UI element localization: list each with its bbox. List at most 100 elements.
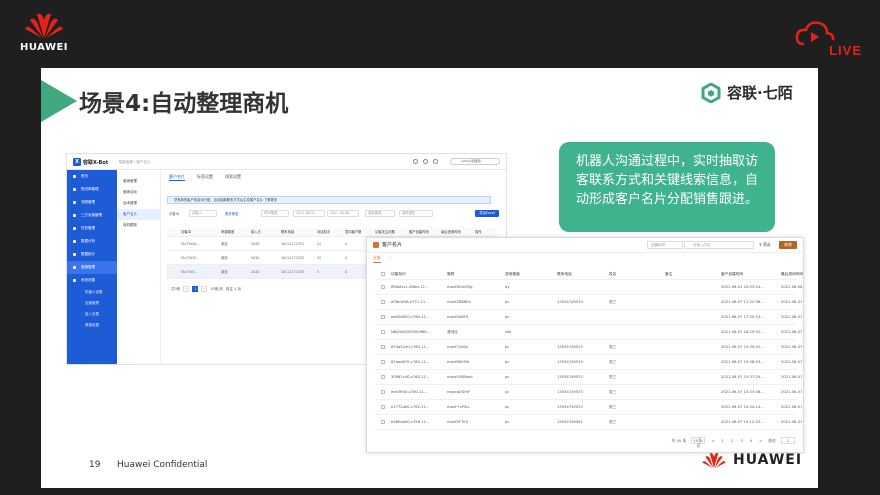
table-row[interactable]: 30987c40-c760-11... monfr2NRbxb pc 13534749…: [375, 370, 803, 385]
sidebar-item-stats[interactable]: 数据统计: [67, 248, 117, 261]
search-input[interactable]: 请输入内容: [684, 241, 754, 249]
sidebar-sub-item[interactable]: 接入设置: [67, 309, 117, 320]
channel-select[interactable]: 选择渠道: [365, 210, 395, 217]
table-cell: monf+vPSLr: [447, 405, 470, 409]
table-cell: pc: [505, 315, 510, 319]
table-row[interactable]: b580ea00-c758-11... monf0F7K0 pc 1594234656…: [375, 415, 803, 430]
table-cell: monf8Gm9Zg: [447, 285, 473, 289]
table-cell: 87aee870-c760-11...: [391, 360, 430, 364]
table-cell: f89a8cc1-83bb-12...: [391, 285, 429, 289]
table-cell: [607, 280, 663, 294]
pager-page[interactable]: 1: [721, 438, 725, 443]
row-checkbox[interactable]: [375, 269, 389, 279]
submenu-item[interactable]: 营销活动: [117, 187, 160, 198]
sidebar-sub-item[interactable]: 机器人设置: [67, 287, 117, 298]
row-checkbox[interactable]: [375, 415, 389, 429]
pager-size[interactable]: 10条/页: [210, 287, 223, 292]
checkbox-icon: [381, 315, 385, 319]
row-checkbox[interactable]: [375, 340, 389, 354]
more-filter-link[interactable]: 更多筛选: [225, 211, 238, 216]
sidebar-item-knowledge[interactable]: 知识库管理: [67, 183, 117, 196]
card-icon: [373, 241, 379, 248]
date-start[interactable]: 2021-06-01: [293, 210, 325, 217]
checkbox-icon: [381, 285, 385, 289]
visitor-id-label: 访客ID: [169, 212, 180, 216]
row-checkbox[interactable]: [375, 295, 389, 309]
row-checkbox[interactable]: [375, 370, 389, 384]
pager-next[interactable]: ›: [201, 286, 208, 292]
sidebar-sub-item[interactable]: 坐席管理: [67, 298, 117, 309]
pager-next[interactable]: >: [758, 438, 763, 443]
pager-page[interactable]: 4: [749, 438, 753, 443]
table-cell: 2021-06-07 16:29:52...: [781, 330, 803, 334]
table-row[interactable]: N60000000000966... 清河区 sdk 2021-06-07 16:29…: [375, 325, 803, 340]
table-row[interactable]: eee3ff40-c760-11... monrgDSHlF pc 135347495…: [375, 385, 803, 400]
submenu: 营销管理 营销活动 话术管理 客户名片 商机跟踪: [117, 170, 161, 364]
table-row[interactable]: 87aee870-c760-11... monf6K0F6r pc 135347495…: [375, 355, 803, 370]
user-icon[interactable]: [433, 159, 438, 164]
sales-select[interactable]: 选择销售: [399, 210, 433, 217]
export-button[interactable]: 导出Excel: [475, 210, 499, 217]
sidebar-item-flow[interactable]: 流程管理: [67, 196, 117, 209]
submenu-item[interactable]: 话术管理: [117, 198, 160, 209]
row-checkbox[interactable]: [375, 355, 389, 369]
pager-page[interactable]: 1: [192, 286, 199, 292]
table-cell: dy: [505, 285, 510, 289]
filter-button[interactable]: ⊽ 筛选: [759, 241, 771, 249]
table-header-cell: 意向客户数: [345, 230, 362, 234]
submenu-item[interactable]: 商机跟踪: [117, 220, 160, 231]
submenu-item-customer-card[interactable]: 客户名片: [117, 209, 160, 220]
pager-prev[interactable]: <: [710, 438, 715, 443]
help-icon[interactable]: [413, 159, 418, 164]
sidebar-item-settings[interactable]: 系统设置: [67, 274, 117, 287]
row-checkbox[interactable]: [375, 310, 389, 324]
table-cell: 853a42e0-c760-11...: [391, 345, 430, 349]
tab-all[interactable]: 全部: [373, 255, 381, 263]
tab-dropdown[interactable]: ✓: [389, 255, 392, 260]
row-checkbox[interactable]: [375, 325, 389, 339]
tab-tags[interactable]: 标签设置: [197, 174, 213, 181]
table-cell: monf0F7K0: [447, 420, 469, 424]
table-cell: eeb56620-c760-11...: [391, 315, 430, 319]
date-label[interactable]: 时间筛选: [261, 210, 289, 217]
sidebar-item-analysis[interactable]: 数据分析: [67, 235, 117, 248]
sidebar-item-tasks[interactable]: 任务管理: [67, 222, 117, 235]
table-row[interactable]: eeb56620-c760-11... monfSA6Y9 pc 2021-06-07…: [375, 310, 803, 325]
table-row[interactable]: f89a8cc1-83bb-12... monf8Gm9Zg dy 2021-06-0…: [375, 280, 803, 295]
tab-customer-card[interactable]: 客户名片: [169, 174, 185, 181]
submenu-item[interactable]: 营销管理: [117, 176, 160, 187]
row-checkbox[interactable]: [375, 280, 389, 294]
customer-card-screenshot: 客户名片 访客标识 请输入内容 ⊽ 筛选 新增 全部 ✓ 访客标识 昵称 咨询渠道联…: [366, 237, 804, 453]
sidebar-item-marketing[interactable]: 营销管理: [67, 261, 117, 274]
bell-icon[interactable]: [423, 159, 428, 164]
table-cell: 张三: [609, 300, 617, 304]
date-end[interactable]: 2021-06-08: [327, 210, 359, 217]
table-cell: 2021-06-07 15:37:29...: [721, 375, 764, 379]
table-cell: 2021-06-07 15:12:25...: [721, 420, 764, 424]
add-button[interactable]: 新增: [779, 241, 797, 249]
row-checkbox[interactable]: [375, 400, 389, 414]
tab-leads[interactable]: 线索设置: [225, 174, 241, 181]
row-checkbox[interactable]: [375, 385, 389, 399]
sidebar-item-third-party[interactable]: 三方对接管理: [67, 209, 117, 222]
pager-goto[interactable]: 前往 1 页: [226, 287, 241, 292]
pager-prev[interactable]: ‹: [183, 286, 190, 292]
sidebar-sub-item[interactable]: 渠道设置: [67, 320, 117, 331]
pager-page[interactable]: 3: [739, 438, 743, 443]
table-row[interactable]: ef5b0e58-e771-11... monfZ8BBEx pc 135347495…: [375, 295, 803, 310]
sidebar-item-home[interactable]: 首页: [67, 170, 117, 183]
pager-size[interactable]: 10条/页: [691, 437, 706, 448]
ronglian-hexagon-icon: [701, 82, 721, 103]
table-cell: [167, 237, 179, 250]
table-cell: f3c27d5...: [181, 270, 198, 274]
table-cell: 张三: [609, 390, 617, 394]
pager-page[interactable]: 2: [730, 438, 734, 443]
pager-goto-input[interactable]: 1: [781, 437, 795, 444]
field-select[interactable]: 访客标识: [647, 241, 683, 249]
table-header-cell: 客户创建时间: [721, 272, 744, 276]
table-cell: pc: [505, 300, 510, 304]
table-row[interactable]: 853a42e0-c760-11... monf72d0y pc 1353474953…: [375, 340, 803, 355]
user-dropdown[interactable]: active(管理员): [450, 158, 500, 165]
table-row[interactable]: e1772ae0-c762-11... monf+vPSLr pc 135347495…: [375, 400, 803, 415]
visitor-id-input[interactable]: 请输入: [189, 210, 217, 217]
